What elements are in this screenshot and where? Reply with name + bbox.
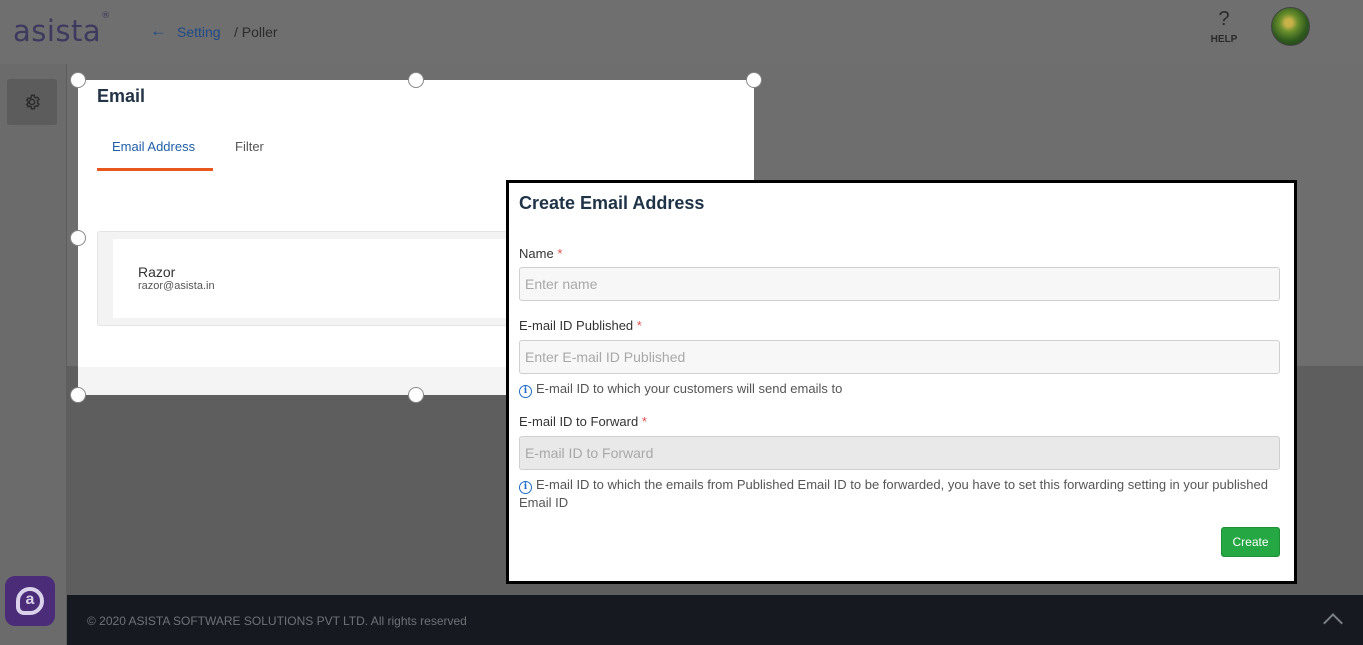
breadcrumb-current: / Poller	[234, 24, 278, 40]
name-label-text: Name	[519, 246, 554, 261]
published-email-input[interactable]	[519, 340, 1280, 374]
resize-handle-bottom[interactable]	[408, 387, 424, 403]
help-label: HELP	[1210, 34, 1238, 45]
published-email-hint: i E-mail ID to which your customers will …	[519, 380, 1279, 398]
gear-icon	[25, 94, 40, 110]
name-field-label: Name *	[519, 246, 562, 261]
logo-registered-mark: ®	[101, 11, 111, 22]
panel-title: Email	[97, 86, 146, 106]
forward-email-hint: i E-mail ID to which the emails from Publ…	[519, 476, 1279, 512]
settings-nav-button[interactable]	[7, 79, 57, 125]
logo-text: asista	[13, 14, 102, 48]
forward-email-hint-text: E-mail ID to which the emails from Publi…	[519, 477, 1268, 510]
asista-logo[interactable]: asista®	[13, 11, 111, 48]
resize-handle-top[interactable]	[408, 72, 424, 88]
arrow-left-icon[interactable]: ←	[150, 21, 167, 41]
published-email-hint-text: E-mail ID to which your customers will s…	[536, 381, 843, 396]
required-marker: *	[641, 414, 647, 429]
info-icon: i	[519, 385, 532, 398]
list-item-name: Razor	[138, 264, 176, 280]
resize-handle-top-left[interactable]	[70, 72, 86, 88]
resize-handle-top-right[interactable]	[746, 72, 762, 88]
name-input[interactable]	[519, 267, 1280, 301]
help-button[interactable]: ? HELP	[1207, 8, 1241, 45]
breadcrumb-setting[interactable]: Setting	[177, 24, 221, 40]
question-mark-icon: ?	[1218, 8, 1230, 30]
tab-filter[interactable]: Filter	[235, 139, 264, 154]
resize-handle-left[interactable]	[70, 230, 86, 246]
asista-chat-button[interactable]: a	[5, 576, 55, 626]
published-email-field-label: E-mail ID Published *	[519, 318, 642, 333]
forward-email-label-text: E-mail ID to Forward	[519, 414, 639, 429]
resize-handle-bottom-left[interactable]	[70, 387, 86, 403]
asista-chat-icon: a	[16, 587, 44, 615]
forward-email-field-label: E-mail ID to Forward *	[519, 414, 647, 429]
list-item-email: razor@asista.in	[138, 280, 215, 292]
copyright-text: © 2020 ASISTA SOFTWARE SOLUTIONS PVT LTD…	[87, 614, 467, 628]
modal-title: Create Email Address	[519, 193, 705, 213]
forward-email-input	[519, 436, 1280, 470]
create-button[interactable]: Create	[1221, 527, 1280, 557]
published-email-label-text: E-mail ID Published	[519, 318, 634, 333]
tab-email-address[interactable]: Email Address	[112, 139, 195, 154]
required-marker: *	[636, 318, 642, 333]
left-sidebar: a	[0, 64, 66, 645]
info-icon: i	[519, 481, 532, 494]
required-marker: *	[557, 246, 563, 261]
user-avatar[interactable]	[1271, 7, 1310, 46]
active-tab-indicator	[97, 168, 213, 171]
